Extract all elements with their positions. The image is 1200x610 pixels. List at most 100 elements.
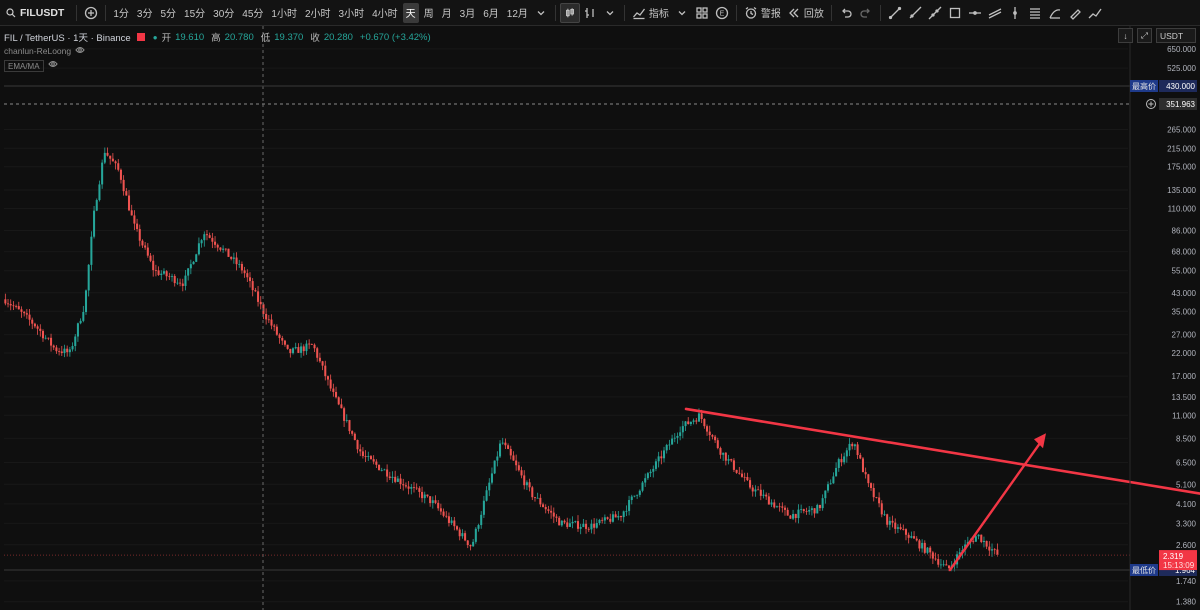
change-value: +0.670 (+3.42%)	[359, 31, 431, 43]
interval-9-button[interactable]: 4小时	[369, 3, 401, 23]
candle-body	[66, 348, 69, 353]
template-button[interactable]: E	[712, 3, 732, 23]
eye-icon[interactable]	[47, 60, 58, 71]
candle-body	[810, 508, 813, 510]
candle-body	[28, 314, 31, 320]
interval-0-button[interactable]: 1分	[110, 3, 132, 23]
layout-button[interactable]	[692, 3, 712, 23]
candle-body	[988, 546, 991, 551]
candle-body	[496, 456, 499, 461]
candle	[474, 527, 477, 544]
fullscreen-button[interactable]: ⤢	[1137, 28, 1152, 43]
candle-body	[348, 420, 351, 432]
candle-body	[267, 319, 270, 321]
expand-icon: ⤢	[1141, 30, 1148, 40]
chart-style-dropdown[interactable]	[600, 3, 620, 23]
interval-11-button[interactable]: 周	[421, 3, 437, 23]
candle-body	[396, 478, 399, 482]
candle	[90, 231, 93, 271]
candle-body	[700, 413, 703, 419]
interval-2-button[interactable]: 5分	[157, 3, 179, 23]
tool-extended-line[interactable]	[925, 3, 945, 23]
interval-7-button[interactable]: 2小时	[302, 3, 334, 23]
candle-body	[555, 516, 558, 518]
candle-body	[808, 509, 811, 512]
interval-13-button[interactable]: 3月	[457, 3, 479, 23]
candle-type-button[interactable]	[559, 2, 580, 23]
candle-body	[918, 540, 921, 549]
tool-parallel-channel[interactable]	[985, 3, 1005, 23]
candle-body	[754, 489, 757, 492]
tool-ray[interactable]	[905, 3, 925, 23]
candle-body	[95, 200, 98, 211]
interval-15-button[interactable]: 12月	[504, 3, 531, 23]
candle-body	[931, 552, 934, 559]
open-value: 19.610	[175, 31, 205, 43]
redo-button[interactable]	[856, 3, 876, 23]
compare-button[interactable]	[81, 3, 101, 23]
price-chart[interactable]: 650.000 525.000 265.000 215.000 175.000 135.0…	[0, 26, 1200, 610]
candle-body	[665, 444, 668, 451]
candle-body	[44, 337, 47, 339]
arrow-down-icon: ↓	[1123, 30, 1128, 41]
rewind-icon	[788, 8, 799, 17]
interval-3-button[interactable]: 15分	[181, 3, 208, 23]
interval-8-button[interactable]: 3小时	[336, 3, 368, 23]
replay-button[interactable]: 回放	[784, 3, 827, 23]
interval-1-button[interactable]: 3分	[134, 3, 156, 23]
legend-main-row: FIL / TetherUS · 1天 · Binance ● 开 19.610 …	[4, 30, 434, 45]
undo-button[interactable]	[836, 3, 856, 23]
tool-trend-line[interactable]	[885, 3, 905, 23]
candle-body	[488, 482, 491, 491]
flag-icon[interactable]	[136, 33, 145, 41]
tool-brush[interactable]	[1065, 3, 1085, 23]
ema-label[interactable]: EMA/MA	[4, 60, 44, 72]
candle-body	[192, 261, 195, 265]
eye-icon[interactable]	[75, 46, 85, 57]
candle-body	[759, 489, 762, 496]
candle	[195, 253, 198, 262]
interval-5-button[interactable]: 45分	[239, 3, 266, 23]
candle-body	[173, 275, 176, 284]
candle-body	[33, 323, 36, 327]
rectangle-icon	[949, 7, 961, 18]
bar-style-button[interactable]	[580, 3, 600, 23]
candle-body	[20, 309, 23, 312]
candle-body	[235, 257, 238, 265]
tool-path[interactable]	[1085, 3, 1105, 23]
candle-body	[899, 527, 902, 529]
interval-12-button[interactable]: 月	[439, 3, 455, 23]
candle-body	[447, 516, 450, 523]
interval-dropdown-button[interactable]	[531, 3, 551, 23]
interval-14-button[interactable]: 6月	[480, 3, 502, 23]
candle-body	[76, 323, 79, 337]
candle-body	[31, 319, 34, 324]
candle-body	[84, 290, 88, 313]
interval-6-button[interactable]: 1小时	[268, 3, 300, 23]
interval-10-button[interactable]: 天	[402, 2, 419, 23]
candle-body	[770, 502, 773, 505]
indicators-button[interactable]: 指标	[629, 3, 672, 23]
y-tick-label-8: 68.000	[1172, 248, 1197, 257]
alert-button[interactable]: 警报	[741, 3, 784, 23]
candle-body	[136, 223, 139, 230]
download-button[interactable]: ↓	[1118, 28, 1133, 43]
tool-rectangle[interactable]	[945, 3, 965, 23]
indicators-dropdown[interactable]	[672, 3, 692, 23]
candle-body	[805, 511, 808, 512]
tool-fib-retracement[interactable]	[1025, 3, 1045, 23]
tool-vertical-line[interactable]	[1005, 3, 1025, 23]
candle-body	[286, 344, 289, 349]
symbol-search[interactable]: FILUSDT	[0, 7, 72, 19]
candle-body	[861, 458, 864, 473]
indicators-label: 指标	[648, 9, 669, 20]
currency-select[interactable]: USDT	[1156, 28, 1196, 43]
candle-body	[200, 240, 203, 244]
candle-body	[205, 234, 209, 236]
tool-fib-channel[interactable]	[1045, 3, 1065, 23]
interval-4-button[interactable]: 30分	[210, 3, 237, 23]
candle-body	[243, 270, 246, 274]
tool-horizontal-line[interactable]	[965, 3, 985, 23]
candle-body	[904, 529, 908, 535]
candle-body	[875, 497, 878, 498]
